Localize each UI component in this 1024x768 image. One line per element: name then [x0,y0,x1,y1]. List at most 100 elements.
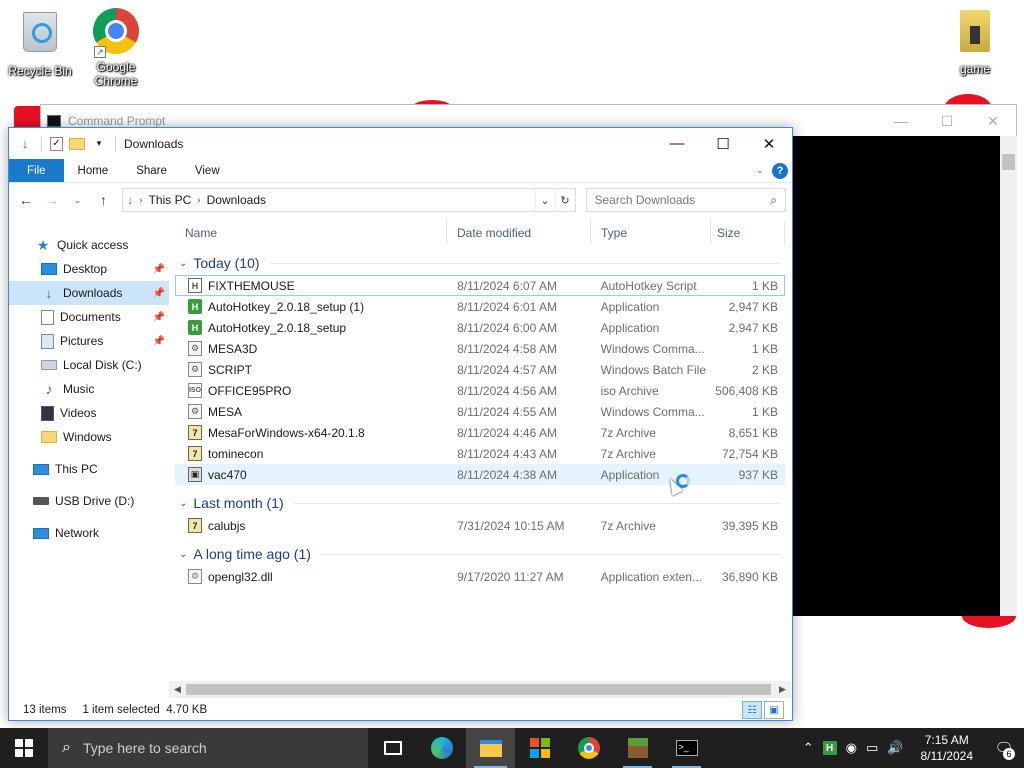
group-header[interactable]: ⌄ Today (10) [175,251,785,275]
explorer-window[interactable]: ↓ ✓ ▾ Downloads — ☐ ✕ File Home Share Vi… [8,127,793,721]
nav-item-desktop[interactable]: Desktop 📌 [9,257,169,281]
file-row[interactable]: ⚙ MESA 8/11/2024 4:55 AM Windows Comma... 1 … [175,401,785,422]
nav-item-network[interactable]: Network [9,521,169,545]
nav-item-music[interactable]: ♪ Music [9,377,169,401]
back-arrow-icon[interactable]: ← [15,189,37,211]
file-row[interactable]: H AutoHotkey_2.0.18_setup 8/11/2024 6:00 A… [175,317,785,338]
pin-icon[interactable]: 📌 [153,336,165,347]
cmd-scrollbar[interactable] [1000,136,1017,616]
explorer-titlebar[interactable]: ↓ ✓ ▾ Downloads — ☐ ✕ [9,128,792,159]
pin-icon[interactable]: 📌 [153,288,165,299]
file-row[interactable]: H AutoHotkey_2.0.18_setup (1) 8/11/2024 6:… [175,296,785,317]
file-row[interactable]: ▣ vac470 8/11/2024 4:38 AM Application 937 K… [175,464,785,485]
nav-item-local-disk[interactable]: Local Disk (C:) [9,353,169,377]
file-size: 1 KB [751,278,778,293]
tab-home[interactable]: Home [64,159,123,182]
quick-access-download-icon[interactable]: ↓ [17,136,33,152]
file-row[interactable]: ⚙ MESA3D 8/11/2024 4:58 AM Windows Comma...… [175,338,785,359]
desktop-icon-recycle-bin[interactable]: Recycle Bin [2,8,78,78]
cmd-console[interactable] [793,136,1017,616]
tab-file[interactable]: File [9,159,64,182]
show-hidden-icons-icon[interactable]: ⌃ [803,740,814,756]
taskbar-store[interactable] [515,728,564,768]
customize-toolbar-icon[interactable]: ▾ [91,136,107,152]
minimize-button[interactable]: — [654,128,700,159]
desktop-icon-label: Recycle Bin [8,64,72,78]
new-folder-icon[interactable] [69,137,85,150]
horizontal-scrollbar[interactable]: ◀ ▶ [169,681,791,698]
search-icon[interactable]: ⌕ [770,193,777,208]
nav-item-usb-drive[interactable]: USB Drive (D:) [9,489,169,513]
file-row[interactable]: ⚙ SCRIPT 8/11/2024 4:57 AM Windows Batch Fi… [175,359,785,380]
volume-icon[interactable]: 🔊 [887,740,903,756]
tab-view[interactable]: View [181,159,234,182]
recent-locations-icon[interactable]: ⌄ [67,189,89,211]
address-dropdown-icon[interactable]: ⌄ [534,189,555,211]
large-icons-view-icon[interactable]: ▣ [764,701,784,719]
column-header-date[interactable]: Date modified [447,221,591,245]
properties-check-icon[interactable]: ✓ [50,136,63,151]
taskbar-minecraft[interactable] [613,728,662,768]
cmd-minimize-button[interactable]: — [878,105,924,137]
nav-item-documents[interactable]: Documents 📌 [9,305,169,329]
file-size: 72,754 KB [721,446,778,461]
cmd-maximize-button[interactable]: ☐ [924,105,970,137]
clock[interactable]: 7:15 AM 8/11/2024 [913,732,982,764]
expand-ribbon-icon[interactable]: ⌄ [756,165,764,176]
details-view-icon[interactable]: ☷ [742,701,762,719]
desktop-icon-game[interactable]: game [937,8,1013,76]
help-icon[interactable]: ? [772,162,788,179]
cmd-close-button[interactable]: ✕ [970,105,1016,137]
maximize-button[interactable]: ☐ [700,128,746,159]
network-icon [33,527,49,539]
address-bar[interactable]: ↓ › This PC › Downloads ⌄ ↻ [122,188,576,212]
file-row[interactable]: H FIXTHEMOUSE 8/11/2024 6:07 AM AutoHotkey … [175,275,785,296]
collapse-chevron-icon[interactable]: ⌄ [179,258,187,269]
column-header-name[interactable]: Name [175,221,447,245]
autohotkey-tray-icon[interactable]: H [822,741,837,755]
taskbar-file-explorer[interactable] [466,728,515,768]
nav-item-pictures[interactable]: Pictures 📌 [9,329,169,353]
search-box[interactable]: Search Downloads ⌕ [585,188,786,212]
up-arrow-icon[interactable]: ↑ [92,189,114,211]
file-row[interactable]: ISO OFFICE95PRO 8/11/2024 4:56 AM iso Archi… [175,380,785,401]
file-size: 39,395 KB [721,518,778,533]
start-button[interactable] [0,728,48,768]
desktop-icon-chrome[interactable]: ↗ Google Chrome [78,8,154,88]
pin-icon[interactable]: 📌 [153,312,165,323]
taskbar-edge[interactable] [417,728,466,768]
webcam-icon[interactable]: ◉ [846,740,857,756]
breadcrumb-downloads[interactable]: Downloads [207,193,266,207]
group-header[interactable]: ⌄ Last month (1) [175,491,785,515]
file-row[interactable]: ⚙ opengl32.dll 9/17/2020 11:27 AM Applicati… [175,566,785,587]
forward-arrow-icon[interactable]: → [41,189,63,211]
taskbar-chrome[interactable] [564,728,613,768]
tab-share[interactable]: Share [122,159,181,182]
task-view-button[interactable] [368,728,417,768]
network-icon[interactable]: ▭ [866,740,878,756]
column-header-type[interactable]: Type [591,221,711,245]
nav-item-videos[interactable]: Videos [9,401,169,425]
nav-item-quick-access[interactable]: ★ Quick access [9,233,169,257]
scroll-left-icon[interactable]: ◀ [169,681,186,698]
nav-item-downloads[interactable]: ↓ Downloads 📌 [9,281,169,305]
column-header-size[interactable]: Size [711,221,785,245]
collapse-chevron-icon[interactable]: ⌄ [179,498,187,509]
breadcrumb-this-pc[interactable]: This PC [149,193,192,207]
nav-item-this-pc[interactable]: This PC [9,457,169,481]
file-row[interactable]: 7 calubjs 7/31/2024 10:15 AM 7z Archive 39,3… [175,515,785,536]
collapse-chevron-icon[interactable]: ⌄ [179,549,187,560]
file-row[interactable]: 7 MesaForWindows-x64-20.1.8 8/11/2024 4:46… [175,422,785,443]
close-button[interactable]: ✕ [746,128,792,159]
scroll-right-icon[interactable]: ▶ [774,681,791,698]
scrollbar-thumb[interactable] [186,684,771,695]
taskbar-command-prompt[interactable]: >_ [662,728,711,768]
taskbar-search-box[interactable]: ⌕ Type here to search [48,728,368,768]
group-header[interactable]: ⌄ A long time ago (1) [175,542,785,566]
notification-center-button[interactable]: 🗨 6 [990,728,1018,768]
application-icon: ▣ [188,467,202,482]
refresh-icon[interactable]: ↻ [554,189,575,211]
file-row[interactable]: 7 tominecon 8/11/2024 4:43 AM 7z Archive 72,… [175,443,785,464]
pin-icon[interactable]: 📌 [153,264,165,275]
nav-item-windows[interactable]: Windows [9,425,169,449]
